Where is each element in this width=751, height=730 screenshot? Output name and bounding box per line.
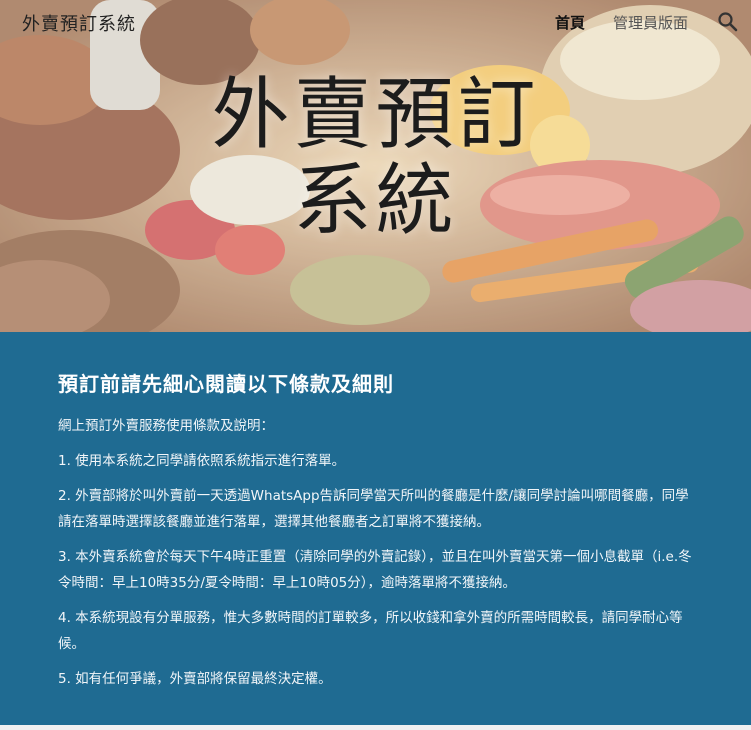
terms-intro: 網上預訂外賣服務使用條款及說明： [58, 418, 274, 434]
terms-section: 預訂前請先細心閱讀以下條款及細則 網上預訂外賣服務使用條款及說明： 1. 使用本… [0, 332, 751, 725]
terms-item-5: 5. 如有任何爭議，外賣部將保留最終決定權。 [58, 671, 332, 687]
page-footer-strip [0, 725, 751, 730]
hero-title: 外賣預訂 系統 [0, 72, 751, 244]
terms-heading: 預訂前請先細心閱讀以下條款及細則 [58, 372, 394, 396]
hero-title-line-2: 系統 [293, 156, 458, 246]
terms-item-1: 1. 使用本系統之同學請依照系統指示進行落單。 [58, 453, 346, 469]
terms-item-4: 4. 本系統現設有分單服務，惟大多數時間的訂單較多，所以收錢和拿外賣的所需時間較… [58, 610, 683, 652]
site-title[interactable]: 外賣預訂系統 [22, 10, 136, 36]
hero-title-line-1: 外賣預訂 [211, 70, 540, 160]
top-navigation-bar: 外賣預訂系統 首頁 管理員版面 [0, 0, 751, 44]
terms-item-2: 2. 外賣部將於叫外賣前一天透過WhatsApp告訴同學當天所叫的餐廳是什麼/讓… [58, 488, 689, 530]
nav-admin-panel[interactable]: 管理員版面 [613, 12, 688, 33]
nav-home[interactable]: 首頁 [555, 12, 585, 33]
terms-item-3: 3. 本外賣系統會於每天下午4時正重置（清除同學的外賣記錄），並且在叫外賣當天第… [58, 549, 692, 591]
hero-banner: 外賣預訂系統 首頁 管理員版面 外賣預訂 系統 [0, 0, 751, 332]
search-icon[interactable] [716, 10, 740, 34]
